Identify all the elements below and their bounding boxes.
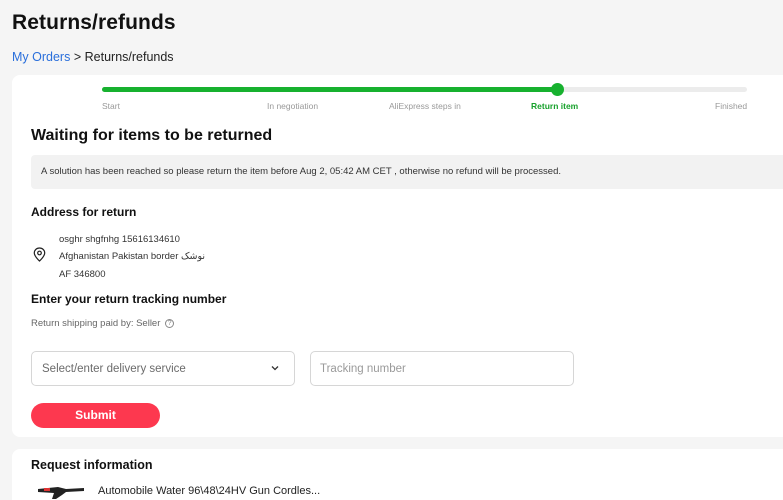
step-aliexpress-steps-in: AliExpress steps in bbox=[389, 101, 461, 111]
shipping-paid-text: Return shipping paid by: Seller bbox=[31, 318, 161, 329]
help-icon[interactable]: ? bbox=[165, 318, 175, 328]
return-status-card: Start In negotiation AliExpress steps in… bbox=[12, 75, 783, 437]
step-finished: Finished bbox=[715, 101, 748, 111]
address-line-2: Afghanistan Pakistan border نوشک bbox=[59, 251, 206, 262]
tracking-number-input[interactable] bbox=[310, 351, 574, 386]
request-information-card: Request information Automobile Water 96\… bbox=[12, 449, 783, 500]
address-name-phone: osghr shgfnhg 15616134610 bbox=[59, 234, 180, 245]
breadcrumb-my-orders-link[interactable]: My Orders bbox=[12, 50, 70, 64]
breadcrumb: My Orders > Returns/refunds bbox=[12, 50, 174, 64]
status-heading: Waiting for items to be returned bbox=[31, 127, 273, 144]
chevron-down-icon bbox=[271, 366, 279, 371]
breadcrumb-separator: > bbox=[73, 50, 82, 64]
product-title-link[interactable]: Automobile Water 96\48\24HV Gun Cordles.… bbox=[98, 485, 320, 497]
tracking-heading: Enter your return tracking number bbox=[31, 292, 227, 306]
return-deadline-notice: A solution has been reached so please re… bbox=[31, 155, 783, 189]
progress-fill bbox=[102, 87, 557, 92]
request-information-heading: Request information bbox=[31, 458, 153, 472]
submit-button[interactable]: Submit bbox=[31, 403, 160, 428]
delivery-service-select[interactable]: Select/enter delivery service bbox=[31, 351, 295, 386]
step-in-negotiation: In negotiation bbox=[267, 101, 319, 111]
address-line-3: AF 346800 bbox=[59, 269, 106, 280]
step-return-item: Return item bbox=[531, 101, 579, 111]
delivery-service-placeholder: Select/enter delivery service bbox=[42, 363, 186, 375]
breadcrumb-current: Returns/refunds bbox=[84, 50, 174, 64]
location-pin-icon bbox=[33, 247, 46, 262]
page-title: Returns/refunds bbox=[12, 11, 176, 34]
return-progress-bar: Start In negotiation AliExpress steps in… bbox=[102, 83, 748, 117]
address-heading: Address for return bbox=[31, 205, 137, 219]
step-start: Start bbox=[102, 101, 120, 111]
shipping-paid-note: Return shipping paid by: Seller ? bbox=[31, 318, 175, 329]
product-thumbnail[interactable] bbox=[36, 483, 86, 500]
progress-current-dot bbox=[550, 83, 564, 96]
